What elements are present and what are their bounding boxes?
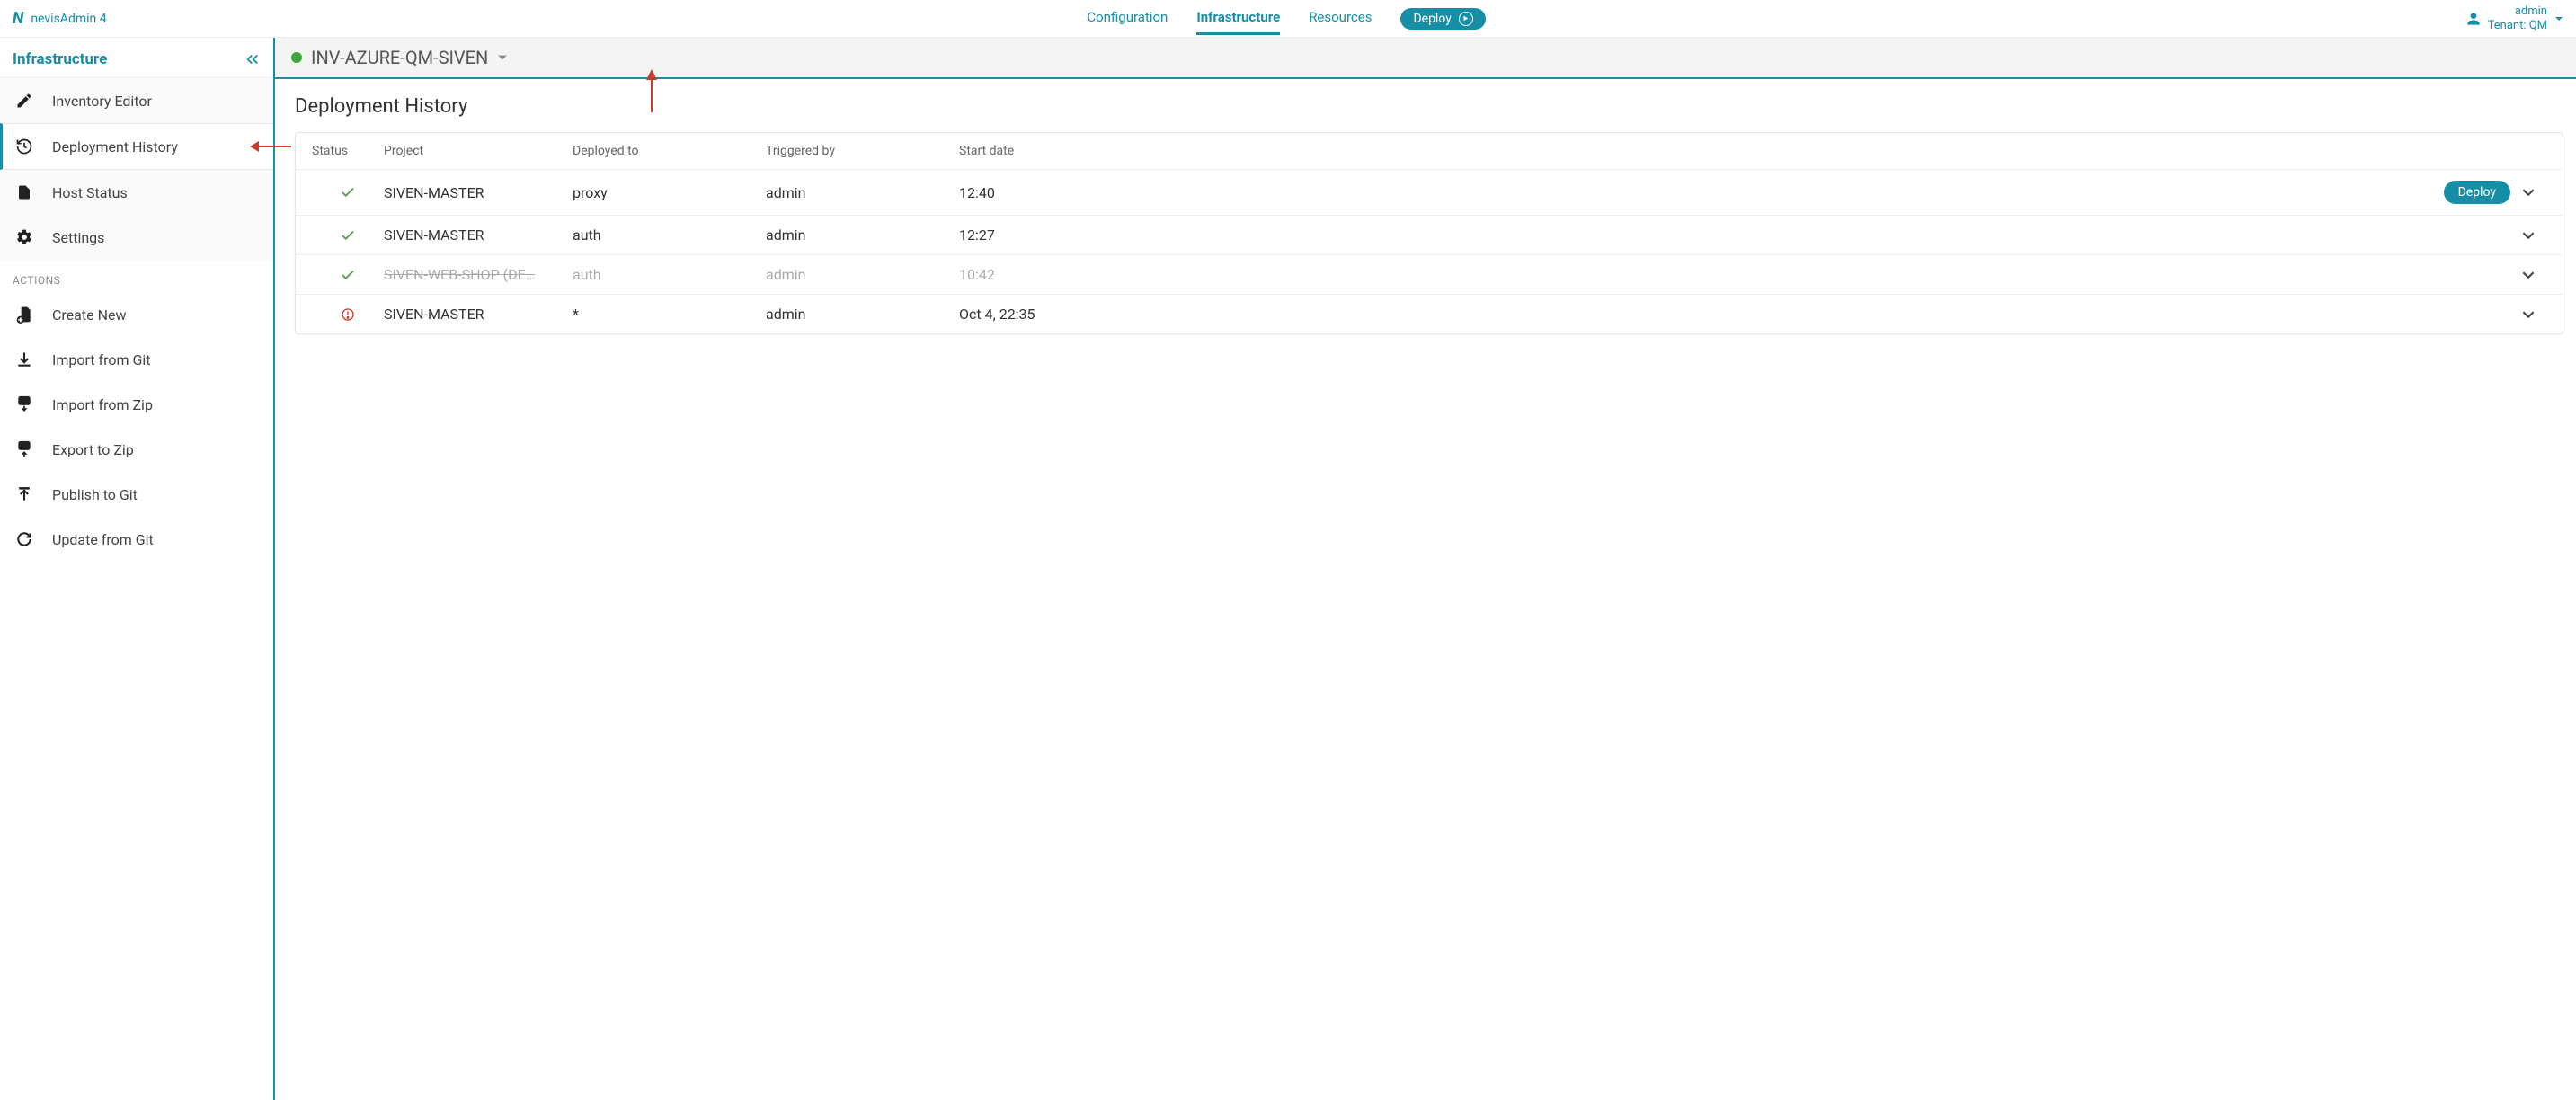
cell-project: SIVEN-MASTER	[384, 306, 573, 323]
table-header-row: Status Project Deployed to Triggered by …	[296, 133, 2563, 170]
brand-name: nevisAdmin 4	[31, 12, 106, 26]
top-tabs: Configuration Infrastructure Resources D…	[107, 2, 2466, 35]
sidebar-item-deployment-history[interactable]: Deployment History	[0, 123, 273, 170]
inventory-name: INV-AZURE-QM-SIVEN	[311, 47, 488, 68]
file-icon	[14, 182, 34, 202]
th-triggered-by: Triggered by	[766, 144, 959, 158]
tab-infrastructure[interactable]: Infrastructure	[1196, 2, 1280, 35]
cell-deployed-to: auth	[573, 226, 766, 244]
play-icon	[1459, 12, 1473, 26]
svg-text:ZIP: ZIP	[21, 399, 28, 404]
th-deployed-to: Deployed to	[573, 144, 766, 158]
user-menu[interactable]: admin Tenant: QM	[2466, 4, 2563, 32]
tenant-label: Tenant: QM	[2488, 19, 2547, 33]
action-label: Create New	[52, 306, 126, 324]
cell-triggered-by: admin	[766, 306, 959, 323]
logo-icon: N	[13, 9, 23, 28]
cell-project: SIVEN-MASTER	[384, 226, 573, 244]
expand-row-icon[interactable]	[2510, 269, 2546, 281]
cell-triggered-by: admin	[766, 184, 959, 201]
tab-configuration[interactable]: Configuration	[1087, 2, 1168, 35]
action-label: Export to Zip	[52, 441, 134, 458]
cell-start-date: Oct 4, 22:35	[959, 306, 1229, 323]
action-create-new[interactable]: Create New	[0, 292, 273, 337]
cell-deployed-to: proxy	[573, 184, 766, 201]
cell-triggered-by: admin	[766, 266, 959, 283]
sidebar-item-label: Settings	[52, 229, 104, 246]
sidebar-item-label: Deployment History	[52, 138, 178, 155]
app-header: N nevisAdmin 4 Configuration Infrastruct…	[0, 0, 2576, 38]
main-content: INV-AZURE-QM-SIVEN Deployment History St…	[275, 38, 2576, 1100]
th-start-date: Start date	[959, 144, 1229, 158]
cell-start-date: 12:40	[959, 184, 1229, 201]
deploy-button-header[interactable]: Deploy	[1400, 8, 1485, 30]
deploy-button-label: Deploy	[1413, 12, 1451, 26]
cell-triggered-by: admin	[766, 226, 959, 244]
actions-heading: ACTIONS	[0, 260, 273, 292]
action-label: Import from Zip	[52, 396, 153, 413]
table-row[interactable]: SIVEN-MASTER*adminOct 4, 22:35	[296, 295, 2563, 333]
sidebar-header: Infrastructure	[0, 38, 273, 78]
table-row[interactable]: SIVEN-MASTERauthadmin12:27	[296, 216, 2563, 255]
history-icon	[14, 137, 34, 156]
expand-row-icon[interactable]	[2510, 229, 2546, 242]
error-icon	[312, 307, 384, 322]
sidebar-item-label: Inventory Editor	[52, 93, 152, 110]
download-icon	[14, 350, 34, 369]
action-label: Update from Git	[52, 531, 154, 548]
sidebar-item-settings[interactable]: Settings	[0, 215, 273, 260]
zip-down-icon: ZIP	[14, 395, 34, 414]
brand: N nevisAdmin 4	[13, 9, 107, 28]
page-title: Deployment History	[275, 79, 2576, 127]
action-label: Import from Git	[52, 351, 150, 368]
table-row[interactable]: SIVEN-MASTERproxyadmin12:40 Deploy	[296, 170, 2563, 216]
sidebar-item-inventory-editor[interactable]: Inventory Editor	[0, 78, 273, 123]
sidebar-title: Infrastructure	[13, 50, 107, 68]
check-icon	[312, 267, 384, 283]
caret-down-icon	[2554, 14, 2563, 23]
upload-icon	[14, 484, 34, 504]
user-name: admin	[2488, 4, 2547, 19]
user-icon	[2466, 12, 2481, 26]
pencil-icon	[14, 91, 34, 111]
action-label: Publish to Git	[52, 486, 138, 503]
action-update-git[interactable]: Update from Git	[0, 517, 273, 562]
refresh-icon	[14, 529, 34, 549]
status-dot-icon	[291, 52, 302, 63]
action-publish-git[interactable]: Publish to Git	[0, 472, 273, 517]
check-icon	[312, 184, 384, 200]
history-table: Status Project Deployed to Triggered by …	[295, 132, 2563, 334]
svg-text:ZIP: ZIP	[21, 444, 28, 449]
cell-project: SIVEN-WEB-SHOP (DE…	[384, 266, 573, 283]
inventory-selector[interactable]: INV-AZURE-QM-SIVEN	[275, 38, 2576, 79]
user-info: admin Tenant: QM	[2488, 4, 2547, 32]
expand-row-icon[interactable]	[2510, 308, 2546, 321]
expand-row-icon[interactable]	[2510, 186, 2546, 199]
gear-icon	[14, 227, 34, 247]
cell-start-date: 12:27	[959, 226, 1229, 244]
row-actions: Deploy	[1229, 181, 2510, 204]
cell-start-date: 10:42	[959, 266, 1229, 283]
sidebar-item-host-status[interactable]: Host Status	[0, 170, 273, 215]
zip-up-icon: ZIP	[14, 439, 34, 459]
th-project: Project	[384, 144, 573, 158]
action-export-zip[interactable]: ZIP Export to Zip	[0, 427, 273, 472]
table-row[interactable]: SIVEN-WEB-SHOP (DE…authadmin10:42	[296, 255, 2563, 295]
action-import-zip[interactable]: ZIP Import from Zip	[0, 382, 273, 427]
check-icon	[312, 227, 384, 244]
sidebar-item-label: Host Status	[52, 184, 128, 201]
add-file-icon	[14, 305, 34, 324]
cell-deployed-to: *	[573, 306, 766, 323]
action-import-git[interactable]: Import from Git	[0, 337, 273, 382]
cell-project: SIVEN-MASTER	[384, 184, 573, 201]
row-deploy-button[interactable]: Deploy	[2444, 181, 2510, 204]
th-status: Status	[312, 144, 384, 158]
collapse-sidebar-icon[interactable]	[244, 51, 261, 67]
tab-resources[interactable]: Resources	[1309, 2, 1372, 35]
caret-down-icon	[497, 52, 508, 63]
sidebar-nav: Inventory Editor Deployment History Host…	[0, 78, 273, 260]
cell-deployed-to: auth	[573, 266, 766, 283]
sidebar: Infrastructure Inventory Editor Deployme…	[0, 38, 275, 1100]
